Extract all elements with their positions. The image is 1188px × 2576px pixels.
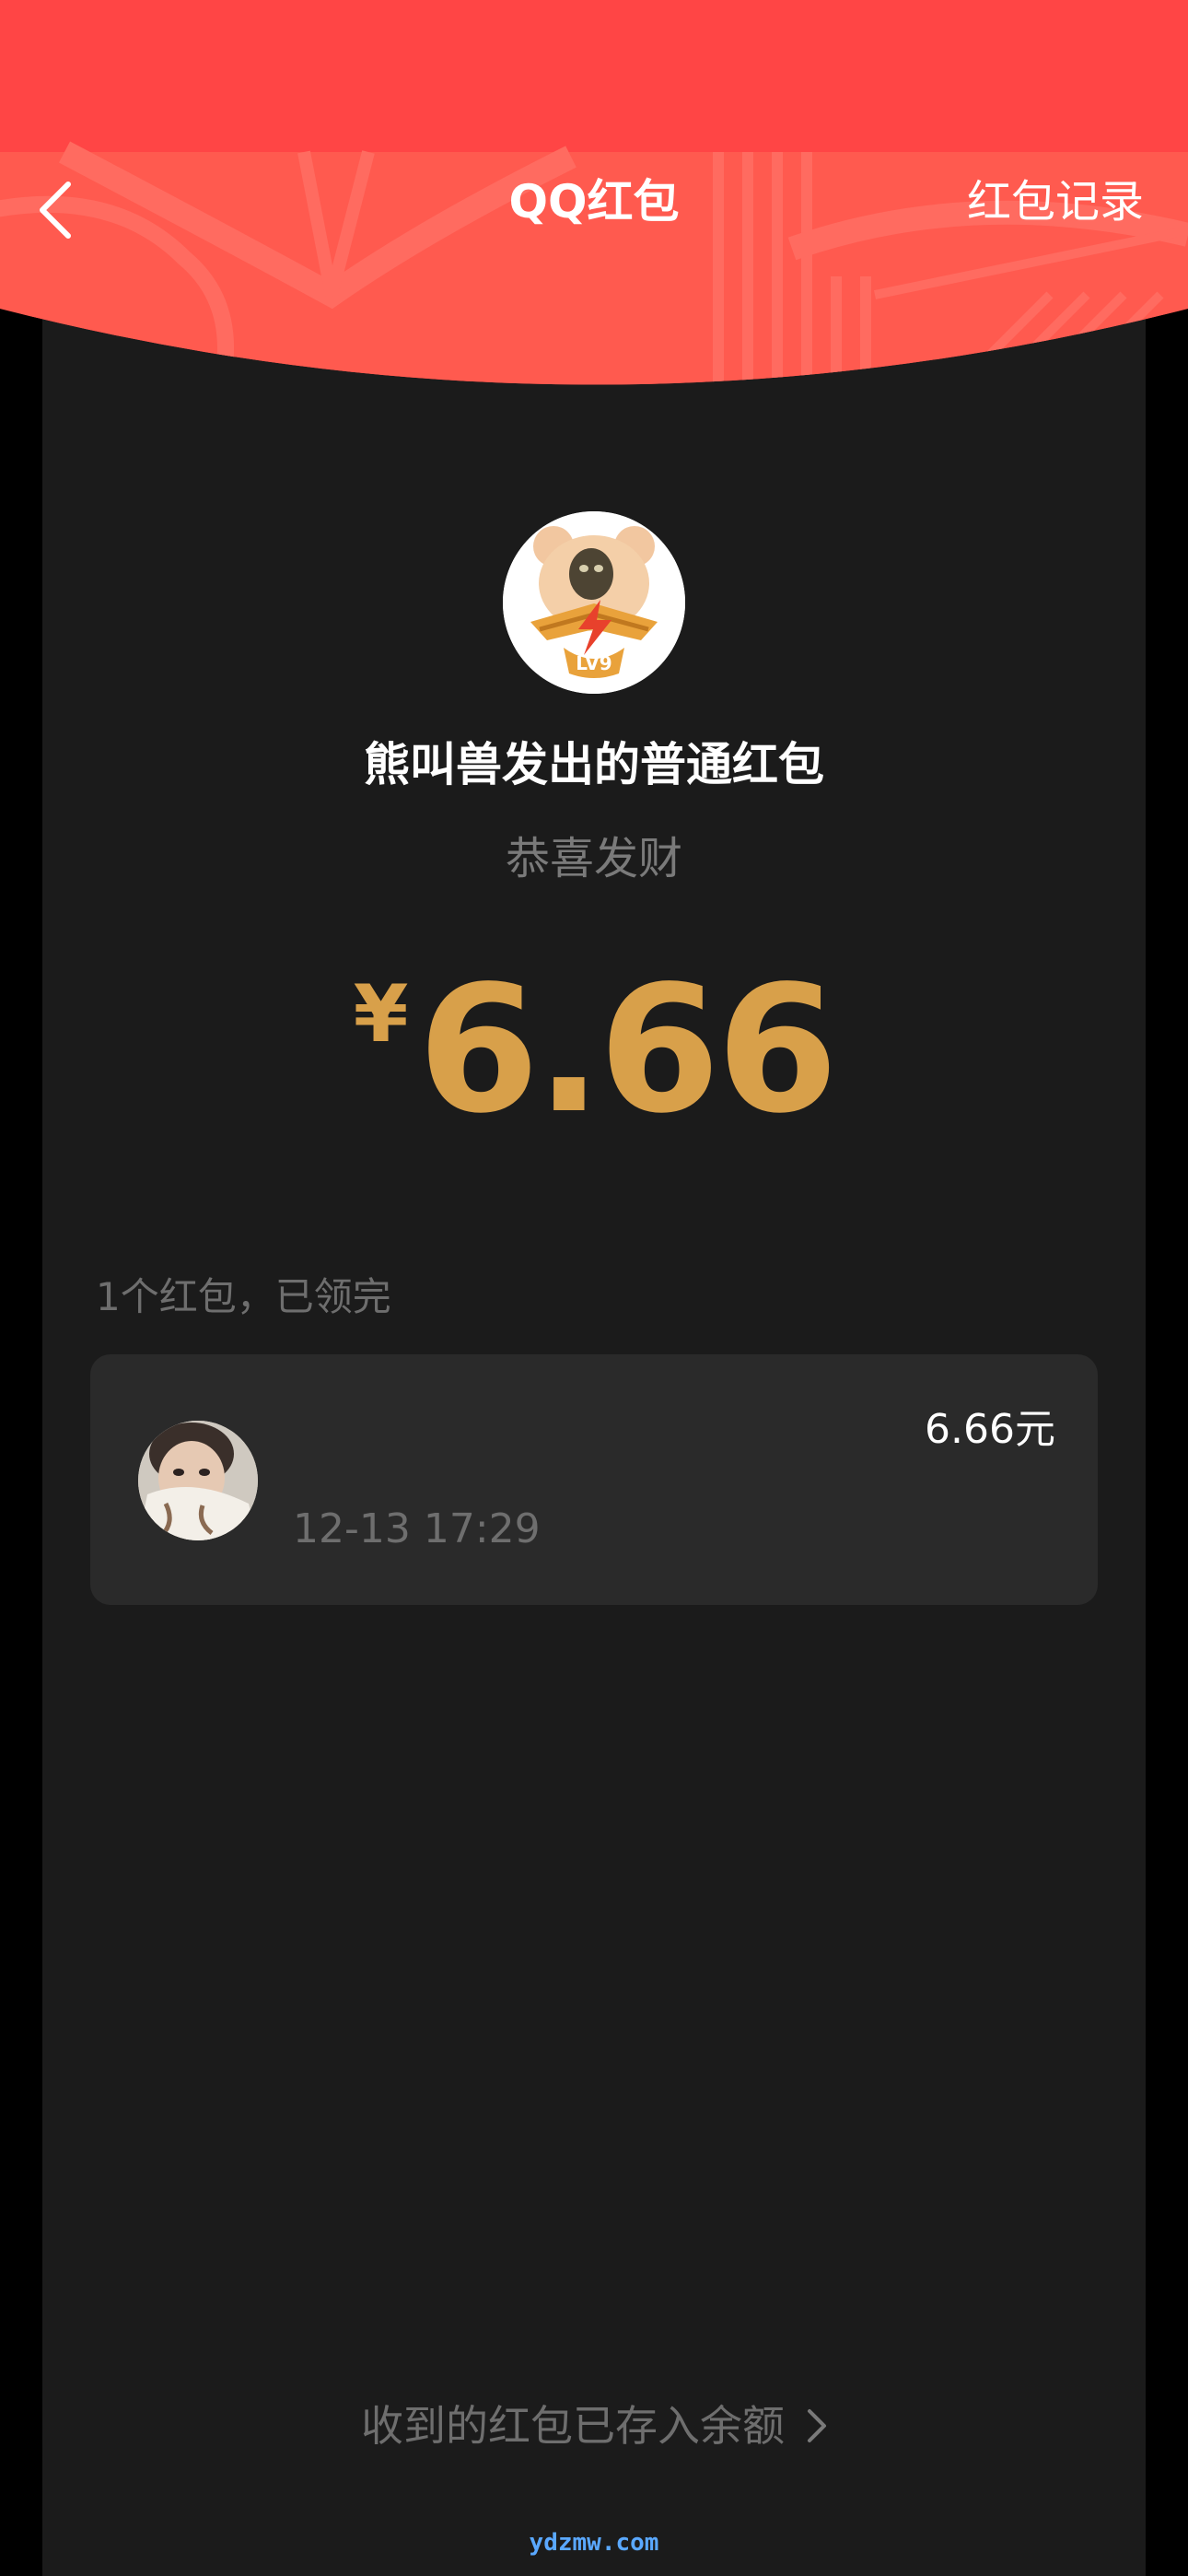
amount-value: 6.66 [417,948,839,1152]
balance-link-label: 收到的红包已存入余额 [361,2401,785,2451]
receive-time: 12-13 17:29 [293,1505,541,1552]
balance-link[interactable]: 收到的红包已存入余额 [0,2395,1188,2456]
currency-symbol: ¥ [353,968,409,1060]
packet-summary: 1个红包，已领完 [96,1274,391,1319]
red-packet-records-link[interactable]: 红包记录 [967,172,1144,231]
receiver-record-row[interactable]: 12-13 17:29 6.66元 [90,1354,1098,1605]
watermark: ydzmw.com [529,2529,659,2557]
greeting-text: 恭喜发财 [505,833,682,884]
header: QQ红包 红包记录 [0,0,1188,424]
navigation-bar: QQ红包 红包记录 [0,152,1188,272]
level-badge-text: LV9 [576,652,611,674]
sender-avatar[interactable]: LV9 [503,511,685,694]
sender-title: 熊叫兽发出的普通红包 [364,738,824,791]
received-amount: 6.66元 [925,1406,1055,1453]
receiver-avatar[interactable] [138,1421,258,1540]
amount-display: ¥ 6.66 [0,958,1188,1142]
chevron-right-icon [807,2408,827,2443]
